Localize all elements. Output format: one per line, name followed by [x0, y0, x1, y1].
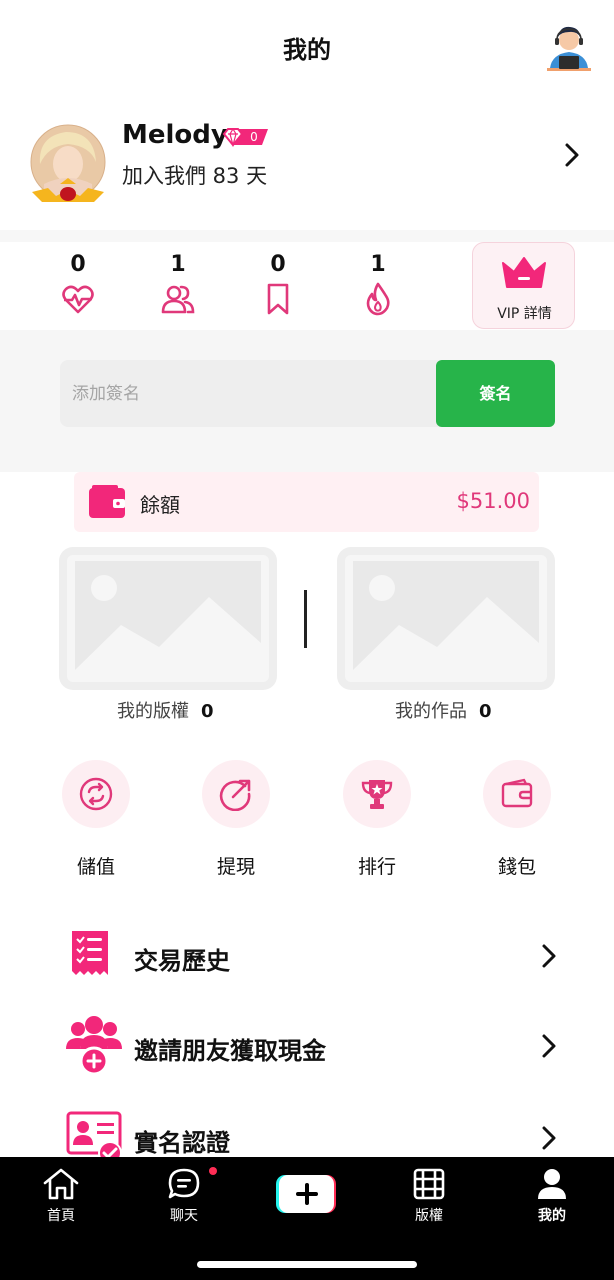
action-withdraw-circle[interactable]	[202, 760, 270, 828]
my-works-count: 0	[479, 701, 492, 722]
signature-button[interactable]: 簽名	[436, 360, 555, 427]
section-divider	[0, 230, 614, 242]
film-icon	[413, 1168, 445, 1200]
chevron-right-icon	[542, 1126, 556, 1150]
image-placeholder-icon	[345, 555, 547, 682]
chevron-right-icon	[542, 1034, 556, 1058]
person-icon	[538, 1169, 566, 1199]
crown-icon	[502, 257, 546, 288]
home-indicator	[197, 1261, 417, 1268]
stat-hot-count: 1	[370, 252, 386, 277]
balance-value: $51.00	[456, 489, 530, 513]
action-withdraw-label: 提現	[216, 856, 255, 878]
my-works-label: 我的作品	[395, 701, 467, 722]
flame-icon	[366, 282, 390, 316]
my-copyright-label: 我的版權	[117, 701, 189, 722]
bottom-tab-bar: 首頁 聊天 版權 我的	[0, 1157, 614, 1280]
action-wallet-label: 錢包	[497, 856, 536, 878]
heartbeat-icon	[62, 285, 94, 314]
stat-hot[interactable]: 1	[348, 250, 408, 316]
balance-bar[interactable]: 餘額 $51.00	[74, 472, 539, 532]
vip-details-label: VIP 詳情	[497, 306, 552, 322]
bookmark-icon	[267, 283, 289, 315]
transaction-history-icon	[72, 931, 108, 975]
profile-section[interactable]: Melody 0 加入我們 83 天	[0, 96, 614, 230]
tab-copyright[interactable]: 版權	[389, 1167, 469, 1225]
tab-chat[interactable]: 聊天	[144, 1167, 224, 1225]
withdraw-icon	[219, 779, 251, 811]
header: 我的	[0, 0, 614, 96]
my-copyright-image[interactable]	[59, 547, 277, 690]
tab-home[interactable]: 首頁	[21, 1167, 101, 1225]
joined-days-text: 加入我們 83 天	[122, 164, 268, 188]
stat-likes[interactable]: 0	[48, 250, 108, 316]
invite-friends-icon	[66, 1016, 122, 1076]
stat-likes-count: 0	[70, 252, 86, 277]
action-ranking-circle[interactable]	[343, 760, 411, 828]
action-recharge[interactable]: 儲值	[62, 760, 132, 879]
chevron-right-icon	[542, 944, 556, 968]
vertical-divider	[304, 590, 307, 648]
stat-bookmarks[interactable]: 0	[248, 250, 308, 316]
menu-invite-friends[interactable]: 邀請朋友獲取現金	[60, 1015, 560, 1085]
tab-chat-label: 聊天	[170, 1208, 198, 1224]
tab-profile[interactable]: 我的	[512, 1167, 592, 1225]
customer-support-icon[interactable]	[544, 22, 594, 74]
my-works-caption: 我的作品 0	[395, 697, 492, 723]
stat-followers-count: 1	[170, 252, 186, 277]
my-copyright-caption: 我的版權 0	[117, 697, 214, 723]
trophy-icon	[361, 780, 393, 809]
users-icon	[161, 285, 195, 314]
recharge-icon	[79, 777, 113, 811]
tab-profile-label: 我的	[538, 1208, 566, 1224]
plus-icon[interactable]	[276, 1173, 338, 1215]
my-copyright-count: 0	[201, 701, 214, 722]
wallet-icon	[501, 778, 533, 808]
tab-home-label: 首頁	[47, 1208, 75, 1224]
action-wallet-circle[interactable]	[483, 760, 551, 828]
avatar[interactable]	[30, 124, 108, 206]
tab-copyright-label: 版權	[415, 1208, 443, 1224]
signature-input[interactable]	[60, 360, 440, 427]
home-icon	[43, 1168, 79, 1200]
my-works-image[interactable]	[337, 547, 555, 690]
notification-dot	[209, 1167, 217, 1175]
action-ranking[interactable]: 排行	[343, 760, 413, 879]
action-withdraw[interactable]: 提現	[202, 760, 272, 879]
username: Melody	[122, 120, 228, 150]
action-recharge-circle[interactable]	[62, 760, 130, 828]
stats-row: 0 1 0 1 VIP 詳情	[0, 242, 614, 330]
chat-icon	[168, 1168, 200, 1199]
vip-level-number: 0	[250, 130, 258, 144]
menu-invite-friends-label: 邀請朋友獲取現金	[134, 1037, 326, 1065]
menu-id-verification-label: 實名認證	[134, 1129, 230, 1157]
action-wallet[interactable]: 錢包	[483, 760, 553, 879]
menu-transaction-history-label: 交易歷史	[134, 947, 230, 975]
action-recharge-label: 儲值	[76, 856, 115, 878]
image-placeholder-icon	[67, 555, 269, 682]
wallet-icon	[89, 485, 125, 518]
stat-bookmarks-count: 0	[270, 252, 286, 277]
page-title: 我的	[283, 36, 331, 64]
action-ranking-label: 排行	[357, 856, 396, 878]
signature-section: 簽名	[0, 330, 614, 472]
menu-transaction-history[interactable]: 交易歷史	[60, 925, 560, 995]
stat-followers[interactable]: 1	[148, 250, 208, 316]
chevron-right-icon[interactable]	[562, 140, 582, 170]
balance-label: 餘額	[140, 493, 180, 517]
vip-details-card[interactable]: VIP 詳情	[472, 242, 575, 329]
